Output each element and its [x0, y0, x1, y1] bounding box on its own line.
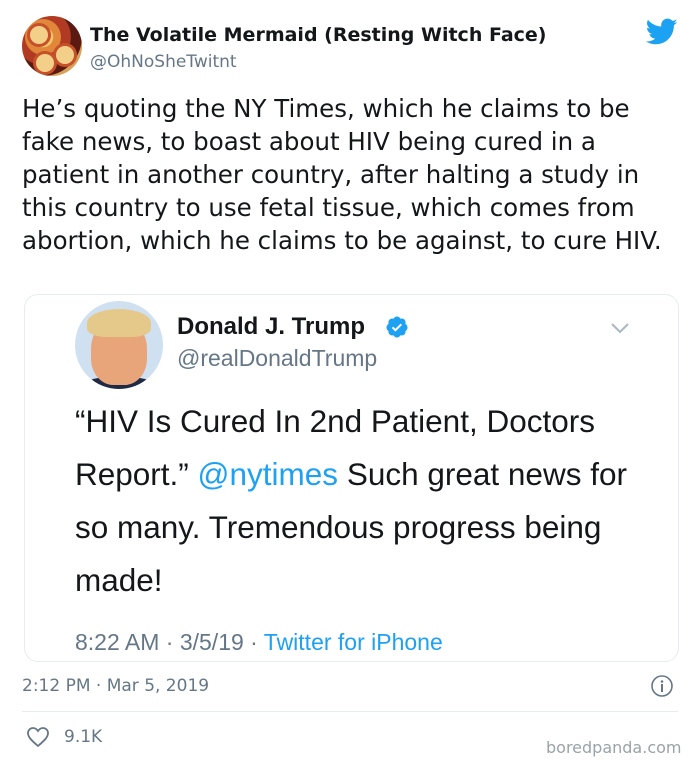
verified-badge-icon [386, 316, 408, 338]
watermark: boredpanda.com [546, 738, 682, 757]
divider [22, 711, 678, 712]
quoted-tweet-card[interactable]: Donald J. Trump @realDonaldTrump “HIV Is… [24, 294, 679, 662]
twitter-bird-icon[interactable] [646, 18, 678, 46]
author-display-name[interactable]: The Volatile Mermaid (Resting Witch Face… [90, 24, 546, 46]
quoted-author-avatar[interactable] [75, 301, 163, 389]
author-handle[interactable]: @OhNoSheTwitnt [90, 52, 237, 72]
tweet-text: He’s quoting the NY Times, which he clai… [22, 94, 662, 255]
info-icon[interactable] [650, 674, 674, 698]
quoted-author-handle[interactable]: @realDonaldTrump [177, 345, 377, 372]
quoted-author-display-name[interactable]: Donald J. Trump [177, 313, 365, 341]
mention-link[interactable]: @nytimes [198, 456, 339, 492]
heart-icon[interactable] [26, 726, 50, 748]
quoted-tweet-meta: 8:22 AM · 3/5/19 · Twitter for iPhone [75, 629, 443, 656]
quoted-tweet-text: “HIV Is Cured In 2nd Patient, Doctors Re… [75, 395, 645, 607]
author-avatar[interactable] [22, 16, 82, 76]
tweet-timestamp[interactable]: 2:12 PM · Mar 5, 2019 [22, 676, 209, 696]
chevron-down-icon[interactable] [610, 321, 630, 335]
quoted-tweet-source[interactable]: Twitter for iPhone [264, 629, 443, 655]
quoted-tweet-time: 8:22 AM · 3/5/19 · [75, 629, 264, 655]
like-count: 9.1K [64, 727, 103, 747]
tweet-header: The Volatile Mermaid (Resting Witch Face… [22, 16, 682, 80]
